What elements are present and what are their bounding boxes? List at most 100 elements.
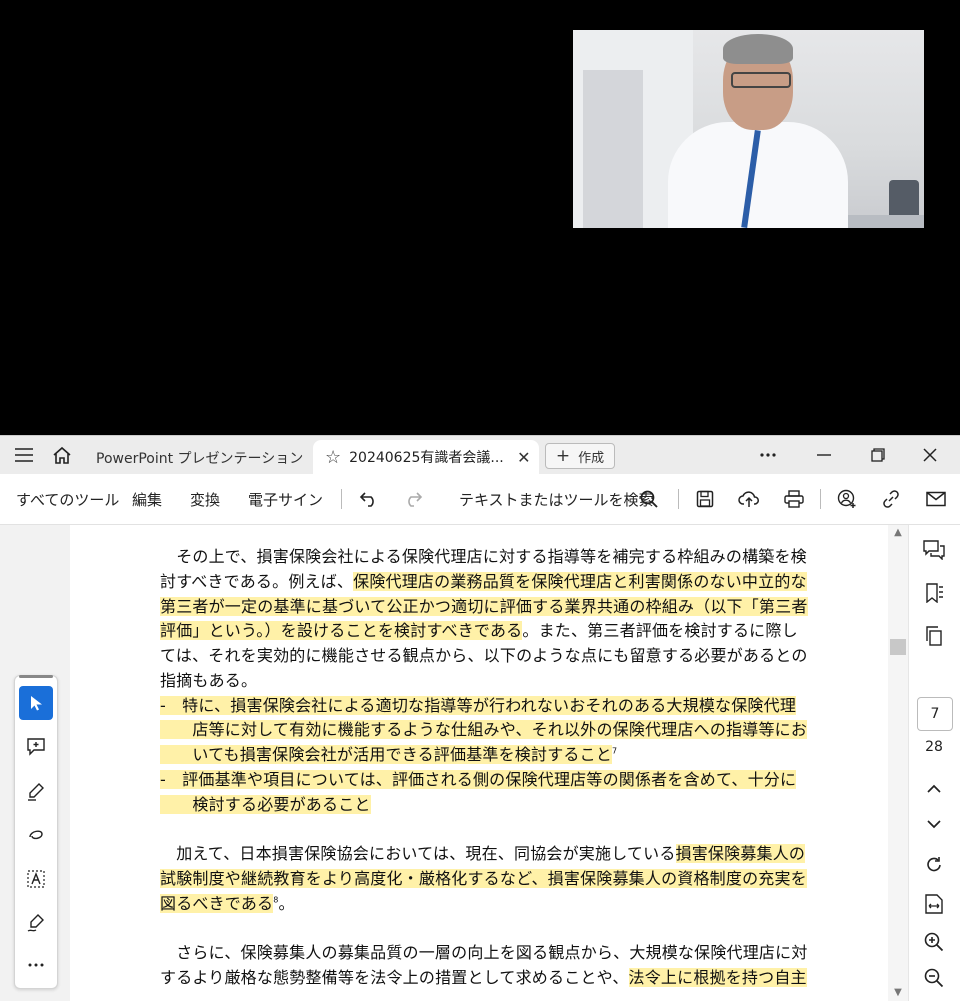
toolbar-divider-2 [678,489,679,509]
tab-powerpoint[interactable]: PowerPoint プレゼンテーション [80,442,310,474]
toolbar-divider-3 [820,489,821,509]
upload-cloud-icon[interactable] [737,487,761,511]
edit-menu[interactable]: 編集 [132,474,162,524]
document-line: ‐ 特に、損害保険会社による適切な指導等が行われないおそれのある大規模な保険代理 [160,692,797,716]
document-line: さらに、保険募集人の募集品質の一層の向上を図る観点から、大規模な保険代理店に対 [160,939,808,963]
text-box-icon[interactable] [19,862,53,896]
document-line: 店等に対して有効に機能するような仕組みや、それ以外の保険代理店への指導等にお [160,716,808,740]
video-door [583,70,643,228]
highlight-pen-icon[interactable] [19,774,53,808]
highlighted-text: ‐ 特に、損害保険会社による適切な指導等が行われないおそれのある大規模な保険代理 [160,695,797,715]
comments-icon[interactable] [921,537,947,563]
previous-page-icon[interactable] [921,775,947,801]
esign-menu[interactable]: 電子サイン [248,474,323,524]
copy-pages-icon[interactable] [921,623,947,649]
redo-icon[interactable] [401,487,425,511]
highlighted-text: 店等に対して有効に機能するような仕組みや、それ以外の保険代理店への指導等にお [160,720,808,740]
plus-icon: + [555,446,571,466]
document-line: ‐ 評価基準や項目については、評価される側の保険代理店等の関係者を含めて、十分に [160,766,797,790]
document-line: 討すべきである。例えば、保険代理店の業務品質を保険代理店と利害関係のない中立的な [160,568,807,592]
zoom-out-icon[interactable] [921,965,947,991]
close-tab-icon[interactable]: ✕ [517,448,530,467]
highlighted-text: 検討する必要があること [160,794,371,814]
body-text: 討すべきである。例えば、 [160,571,354,591]
pdf-viewer-window: PowerPoint プレゼンテーション ☆ 20240625有識者会議... … [0,435,960,1001]
highlighted-text: いても損害保険会社が活用できる評価基準を検討すること [160,745,613,764]
highlighted-text: 損害保険募集人の [675,844,806,863]
body-text: するより厳格な態勢整備等を法令上の措置として求めることや、 [160,967,629,987]
save-icon[interactable] [693,487,717,511]
sign-pen-icon[interactable] [19,906,53,940]
video-feed [573,30,924,228]
tab-powerpoint-label: PowerPoint プレゼンテーション [96,451,304,467]
next-page-icon[interactable] [921,811,947,837]
toolbar-divider [341,489,342,509]
body-text: その上で、損害保険会社による保険代理店に対する指導等を補完する枠組みの構築を検 [160,547,807,566]
add-comment-icon[interactable] [19,730,53,764]
convert-menu[interactable]: 変換 [190,474,220,524]
highlighted-text: 法令上に根拠を持つ自主 [628,967,807,987]
body-text: 指摘もある。 [160,670,258,690]
rotate-icon[interactable] [921,853,947,879]
vertical-scrollbar[interactable]: ▲ ▼ [888,525,908,1001]
select-cursor-icon[interactable] [19,686,53,720]
search-tools-input[interactable]: テキストまたはツールを検索 [459,474,654,524]
highlighted-text: ‐ 評価基準や項目については、評価される側の保険代理店等の関係者を含めて、十分に [160,769,797,789]
scroll-up-arrow[interactable]: ▲ [888,527,908,538]
highlighted-text: 第三者が一定の基準に基づいて公正かつ適切に評価する業界共通の枠組み（以下「第三者 [160,596,808,616]
fit-page-icon[interactable] [921,891,947,917]
title-bar: PowerPoint プレゼンテーション ☆ 20240625有識者会議... … [0,436,960,474]
restore-button[interactable] [854,436,902,474]
document-line: ては、それを実効的に機能させる観点から、以下のような点にも留意する必要があるとの [160,642,808,666]
body-text: 加えて、日本損害保険協会においては、現在、同協会が実施している [160,844,676,863]
highlighted-text: 保険代理店の業務品質を保険代理店と利害関係のない中立的な [353,571,807,591]
menu-icon[interactable] [8,436,40,474]
quick-tools-panel [14,675,58,989]
document-line: 指摘もある。 [160,667,257,691]
video-person-glasses [731,72,791,88]
body-text: さらに、保険募集人の募集品質の一層の向上を図る観点から、大規模な保険代理店に対 [160,943,808,962]
home-icon[interactable] [46,436,78,474]
tab-active-document[interactable]: ☆ 20240625有識者会議... ✕ [313,440,539,474]
document-line: 検討する必要があること [160,791,371,815]
document-line: 試験制度や継続教育をより高度化・厳格化するなど、損害保険募集人の資格制度の充実を [160,865,807,889]
all-tools-menu[interactable]: すべてのツール [16,474,119,524]
document-line: 加えて、日本損害保険協会においては、現在、同協会が実施している損害保険募集人の [160,840,806,864]
link-icon[interactable] [879,487,903,511]
more-options-icon[interactable] [744,436,792,474]
print-icon[interactable] [782,487,806,511]
minimize-button[interactable] [800,436,848,474]
pdf-page: その上で、損害保険会社による保険代理店に対する指導等を補完する枠組みの構築を検討… [70,525,888,1001]
more-tools-icon[interactable] [19,948,53,982]
document-view: その上で、損害保険会社による保険代理店に対する指導等を補完する枠組みの構築を検討… [0,525,960,1001]
current-page-input[interactable]: 7 [917,697,953,731]
draw-freehand-icon[interactable] [19,818,53,852]
panel-grip[interactable] [19,675,53,678]
highlighted-text: 評価」という。）を設けることを検討すべきである [160,621,523,641]
undo-icon[interactable] [357,487,381,511]
body-text: 。 [278,893,295,913]
video-person-hair [723,34,793,64]
scroll-thumb[interactable] [890,639,906,655]
document-line: その上で、損害保険会社による保険代理店に対する指導等を補完する枠組みの構築を検 [160,543,807,567]
body-text: ては、それを実効的に機能させる観点から、以下のような点にも留意する必要があるとの [160,646,808,665]
document-line: いても損害保険会社が活用できる評価基準を検討すること7 [160,741,617,765]
star-icon[interactable]: ☆ [325,447,341,468]
search-icon[interactable] [637,487,661,511]
add-user-icon[interactable] [835,487,859,511]
tab-active-label: 20240625有識者会議... [349,450,504,466]
zoom-in-icon[interactable] [921,929,947,955]
document-line: するより厳格な態勢整備等を法令上の措置として求めることや、法令上に根拠を持つ自主 [160,964,807,988]
body-text: 。また、第三者評価を検討するに際し [522,621,798,641]
new-tab-button[interactable]: + 作成 [545,443,615,469]
close-window-button[interactable] [906,436,954,474]
highlighted-text: 試験制度や継続教育をより高度化・厳格化するなど、損害保険募集人の資格制度の充実を [160,868,807,888]
highlighted-text: 図るべきである [160,893,274,913]
document-line: 図るべきである8。 [160,890,295,914]
email-icon[interactable] [924,487,948,511]
footnote-ref: 7 [612,746,618,756]
total-pages: 28 [925,739,943,755]
scroll-down-arrow[interactable]: ▼ [888,987,908,998]
right-side-panel: 7 28 [908,525,960,1001]
bookmarks-icon[interactable] [921,580,947,606]
